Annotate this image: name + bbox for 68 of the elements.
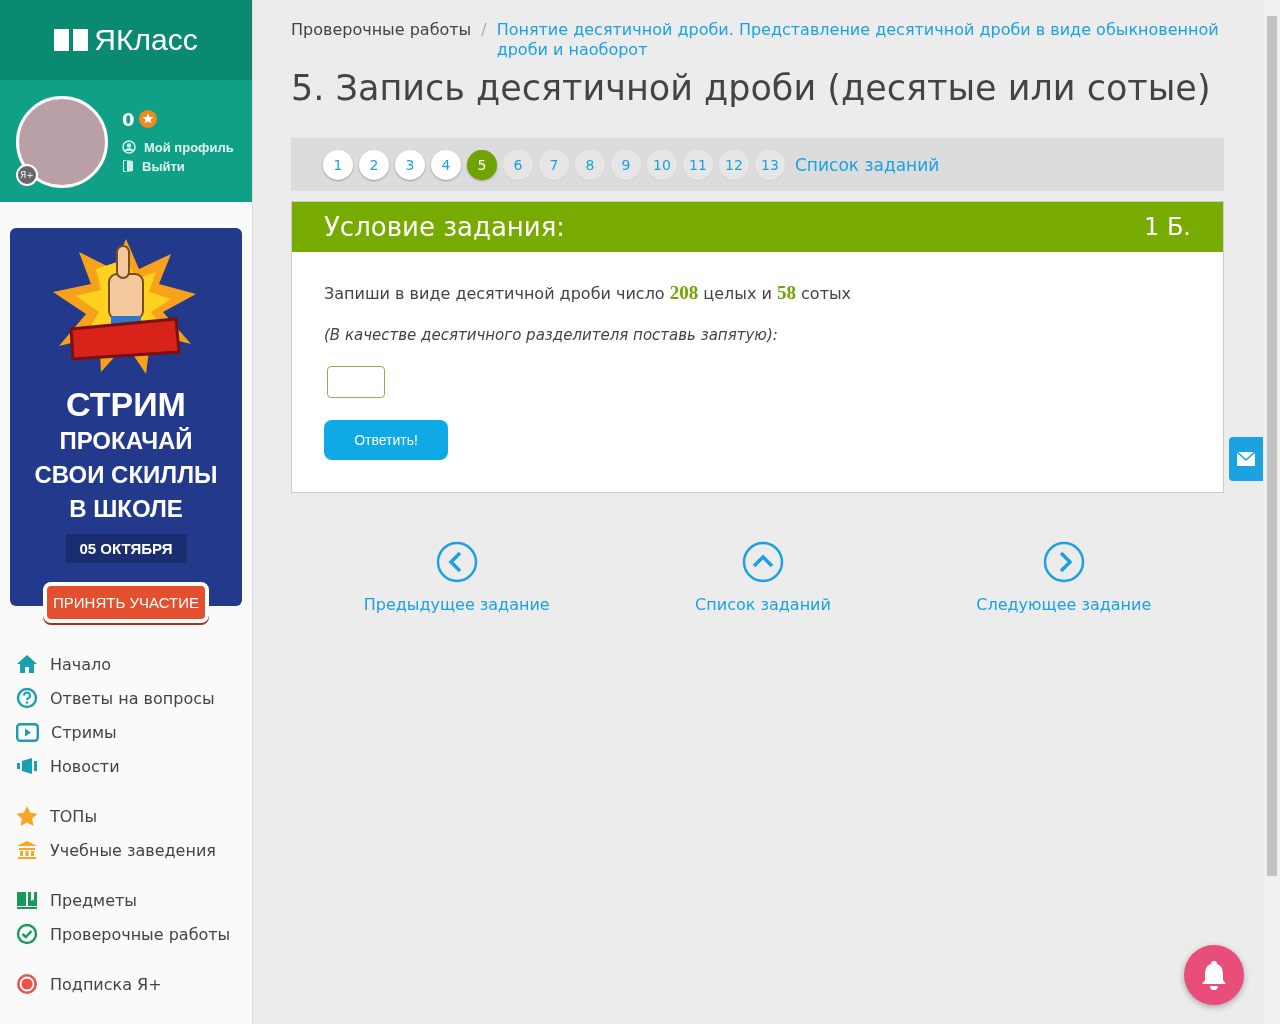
page-number[interactable]: 12 [719,149,749,180]
page-title: 5. Запись десятичной дроби (десятые или сотые) [291,68,1212,108]
page-number[interactable]: 5 [467,149,497,180]
up-chevron-icon [742,541,784,583]
page-number[interactable]: 7 [539,149,569,180]
user-icon [122,140,136,154]
page-number[interactable]: 13 [755,149,785,180]
check-circle-icon [16,923,38,945]
promo-date: 05 ОКТЯБРЯ [65,534,187,563]
promo-text: В ШКОЛЕ [69,494,183,524]
star-icon [16,805,38,827]
left-chevron-icon [435,541,478,583]
page-number[interactable]: 2 [359,149,389,180]
scrollbar[interactable] [1264,0,1280,1024]
nav-item[interactable]: ТОПы [16,799,252,833]
right-chevron-icon [1042,541,1085,583]
page-number[interactable]: 1 [323,149,353,180]
task-heading: Условие задания: [324,212,566,242]
feedback-button[interactable] [1229,437,1263,481]
page-number[interactable]: 6 [503,149,533,180]
nav-item[interactable]: Новости [16,749,252,783]
page-number[interactable]: 10 [647,149,677,180]
scrollbar-thumb[interactable] [1267,16,1277,876]
subscription-badge: Я+ [16,164,38,186]
envelope-icon [1237,452,1255,466]
promo-headline: СТРИМ [66,385,186,424]
task-points: 1 Б. [1144,213,1191,241]
nav-item[interactable]: Проверочные работы [16,917,252,951]
notifications-button[interactable] [1184,945,1244,1005]
page-number[interactable]: 3 [395,149,425,180]
megaphone-icon [16,757,38,775]
answer-field[interactable] [327,366,385,398]
question-text: Запиши в виде десятичной дроби число 208 целых и 58 сотых [324,282,853,304]
join-button[interactable]: ПРИНЯТЬ УЧАСТИЕ [43,582,209,623]
nav-item[interactable]: Стримы [16,715,252,749]
page-number[interactable]: 9 [611,149,641,180]
page-number[interactable]: 4 [431,149,461,180]
nav-link[interactable]: Предыдущее задание [363,541,550,614]
task-list-link[interactable]: Список заданий [795,154,940,175]
nav-link[interactable]: Следующее задание [976,541,1152,614]
nav-item[interactable]: Начало [16,647,252,681]
door-icon [122,159,134,173]
building-icon [16,840,38,860]
bell-icon [1199,959,1229,991]
points-count: 0 [122,108,135,130]
home-icon [16,654,38,674]
breadcrumb-separator: / [481,20,487,40]
submit-button[interactable]: Ответить! [324,420,448,460]
nav-link[interactable]: Список заданий [695,541,831,614]
page-number[interactable]: 8 [575,149,605,180]
open-book-icon [54,27,89,53]
promo-text: ПРОКАЧАЙ [59,426,193,456]
nav-item[interactable]: Предметы [16,883,252,917]
breadcrumb-link[interactable]: Понятие десятичной дроби. Представление десятичной дроби в виде обыкновенной дроби и наоборот [496,20,1224,60]
page-number[interactable]: 11 [683,149,713,180]
promo-text: СВОИ СКИЛЛЫ [34,460,218,490]
question-icon [16,687,38,709]
play-icon [16,722,39,742]
star-medal-icon [138,110,157,128]
breadcrumb-link[interactable]: Проверочные работы [291,20,472,40]
nav-item[interactable]: Подписка Я+ [16,967,252,1001]
book-icon [16,890,38,910]
nav-item[interactable]: Учебные заведения [16,833,252,867]
profile-link[interactable]: Мой профиль [144,139,234,155]
hint-text: (В качестве десятичного разделителя поставь запятую): [324,326,779,344]
profile-link[interactable]: Выйти [142,158,185,174]
logo-text[interactable]: ЯКласс [94,23,198,57]
nav-item[interactable]: Ответы на вопросы [16,681,252,715]
